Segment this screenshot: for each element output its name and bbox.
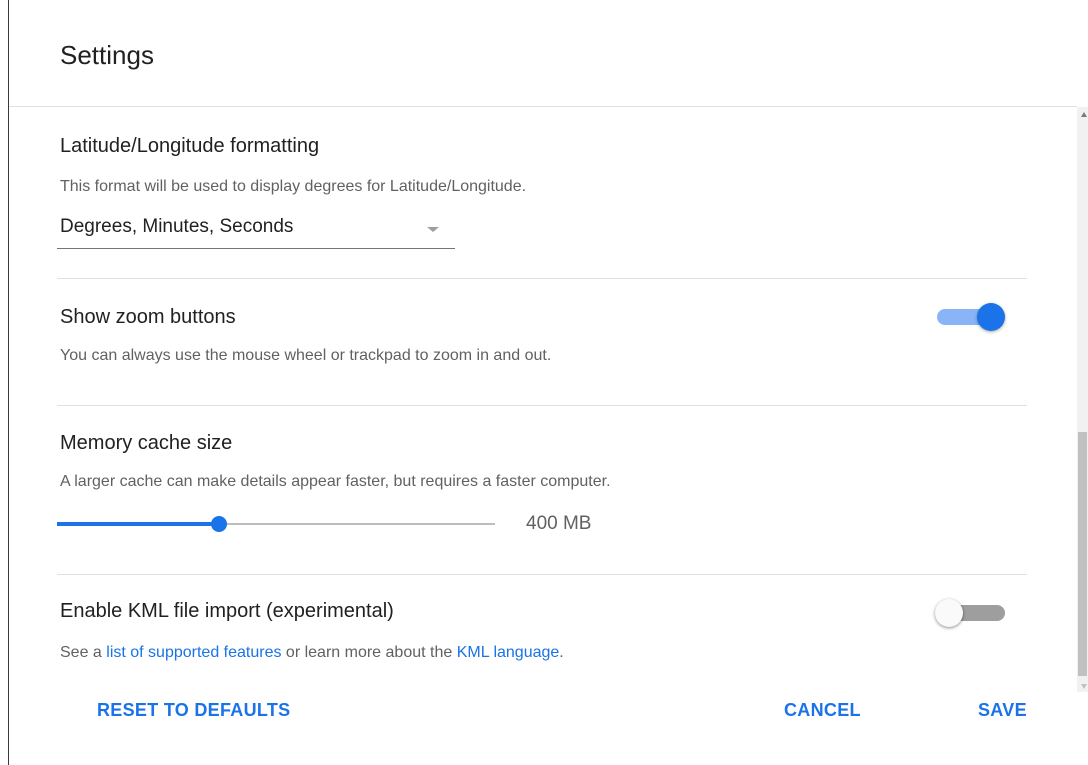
latlong-title: Latitude/Longitude formatting bbox=[60, 135, 320, 157]
memory-cache-value: 400 MB bbox=[526, 513, 592, 534]
section-divider bbox=[57, 405, 1027, 406]
zoom-buttons-description: You can always use the mouse wheel or tr… bbox=[60, 347, 552, 364]
memory-cache-title: Memory cache size bbox=[60, 432, 233, 454]
kml-desc-prefix: See a bbox=[60, 644, 107, 661]
toggle-knob bbox=[935, 599, 963, 627]
dropdown-arrow-icon bbox=[427, 227, 439, 232]
memory-cache-description: A larger cache can make details appear f… bbox=[60, 473, 611, 490]
latlong-format-selected: Degrees, Minutes, Seconds bbox=[60, 216, 294, 237]
reset-to-defaults-button[interactable]: RESET TO DEFAULTS bbox=[97, 698, 290, 723]
kml-desc-suffix: . bbox=[559, 644, 564, 661]
settings-dialog: Settings Latitude/Longitude formatting T… bbox=[0, 0, 1088, 765]
scroll-up-arrow-icon[interactable] bbox=[1081, 112, 1087, 117]
section-divider bbox=[57, 278, 1027, 279]
kml-import-toggle[interactable] bbox=[933, 598, 1007, 628]
cancel-button[interactable]: CANCEL bbox=[784, 698, 861, 723]
memory-cache-slider[interactable] bbox=[57, 512, 495, 536]
dialog-title: Settings bbox=[60, 40, 154, 70]
zoom-buttons-title: Show zoom buttons bbox=[60, 306, 236, 328]
settings-scroll-area[interactable]: Latitude/Longitude formatting This forma… bbox=[9, 107, 1077, 692]
latlong-description: This format will be used to display degr… bbox=[60, 178, 527, 195]
zoom-buttons-toggle[interactable] bbox=[933, 302, 1007, 332]
section-divider bbox=[57, 574, 1027, 575]
supported-features-link[interactable]: list of supported features bbox=[106, 644, 281, 661]
scrollbar-thumb[interactable] bbox=[1078, 432, 1087, 676]
scroll-down-arrow-icon[interactable] bbox=[1081, 684, 1087, 689]
slider-fill bbox=[57, 522, 219, 526]
toggle-knob bbox=[977, 303, 1005, 331]
kml-desc-middle: or learn more about the bbox=[281, 644, 457, 661]
kml-import-description: See a list of supported features or lear… bbox=[60, 644, 564, 662]
slider-thumb[interactable] bbox=[211, 516, 227, 532]
kml-import-title: Enable KML file import (experimental) bbox=[60, 600, 394, 622]
kml-language-link[interactable]: KML language bbox=[457, 644, 560, 661]
save-button[interactable]: SAVE bbox=[978, 698, 1027, 723]
latlong-format-dropdown[interactable]: Degrees, Minutes, Seconds bbox=[57, 216, 455, 249]
